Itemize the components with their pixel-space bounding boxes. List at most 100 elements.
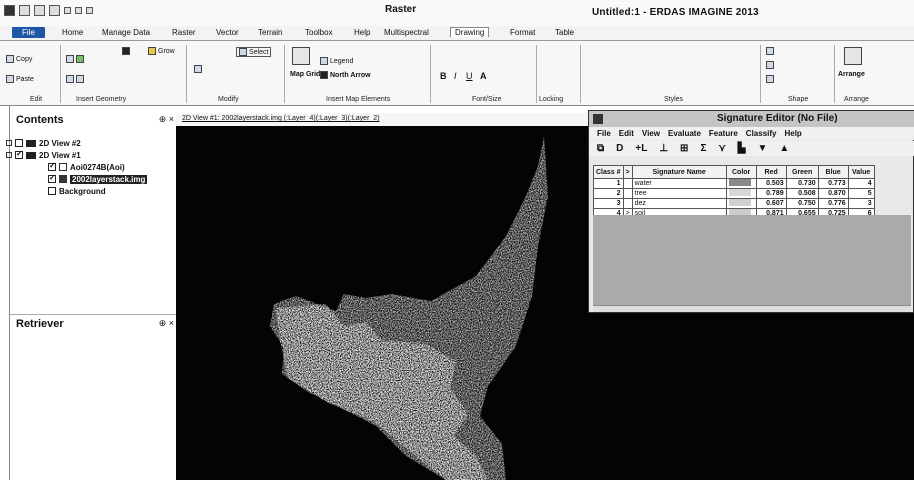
cell-green[interactable]: 0.730 xyxy=(785,178,819,189)
cell-blue[interactable]: 0.870 xyxy=(817,188,849,199)
cell-class-number[interactable]: 1 xyxy=(593,178,624,189)
cell-value[interactable]: 5 xyxy=(847,188,875,199)
underline-button[interactable]: U xyxy=(466,71,473,81)
tree-item-background[interactable]: Background xyxy=(48,186,106,196)
tab-home[interactable]: Home xyxy=(62,28,83,37)
color-swatch[interactable] xyxy=(728,199,751,206)
cell-red[interactable]: 0.607 xyxy=(755,198,787,209)
tab-drawing[interactable]: Drawing xyxy=(450,27,490,37)
undo-icon[interactable] xyxy=(64,7,71,14)
arrange-button[interactable]: Arrange xyxy=(838,71,865,78)
menu-help[interactable]: Help xyxy=(784,129,801,138)
cell-value[interactable]: 4 xyxy=(847,178,875,189)
table-row[interactable]: 3 dez 0.607 0.750 0.776 3 xyxy=(593,198,875,209)
col-signature-name[interactable]: Signature Name xyxy=(631,165,727,179)
color-swatch[interactable] xyxy=(728,179,751,186)
merge-signatures-icon[interactable]: ⊞ xyxy=(680,143,688,154)
cell-signature-name[interactable]: tree xyxy=(631,188,727,199)
color-swatch[interactable] xyxy=(728,189,751,196)
col-color[interactable]: Color xyxy=(725,165,757,179)
rectangle-tool[interactable] xyxy=(66,55,84,63)
app-icon[interactable] xyxy=(4,5,15,16)
north-arrow-button[interactable]: North Arrow xyxy=(320,71,371,79)
menu-edit[interactable]: Edit xyxy=(619,129,634,138)
open-icon[interactable]: ⧉ xyxy=(597,143,604,154)
cell-class-number[interactable]: 2 xyxy=(593,188,624,199)
cell-red[interactable]: 0.503 xyxy=(755,178,787,189)
tab-terrain[interactable]: Terrain xyxy=(258,28,282,37)
expand-icon[interactable] xyxy=(6,140,12,146)
line-tool[interactable] xyxy=(66,75,84,83)
menu-classify[interactable]: Classify xyxy=(746,129,777,138)
horizontal-scrollbar[interactable] xyxy=(593,305,911,312)
cell-current[interactable] xyxy=(622,178,633,189)
tab-file[interactable]: File xyxy=(12,27,45,38)
copy-button[interactable]: Copy xyxy=(6,55,32,63)
view-icon[interactable] xyxy=(49,5,60,16)
cell-signature-name[interactable]: dez xyxy=(631,198,727,209)
arrange-icon[interactable] xyxy=(844,47,862,65)
view-1-checkbox[interactable] xyxy=(15,149,23,159)
legend-button[interactable]: Legend xyxy=(320,57,353,65)
cell-blue[interactable]: 0.776 xyxy=(817,198,849,209)
aoi-checkbox[interactable] xyxy=(48,161,56,171)
cell-green[interactable]: 0.508 xyxy=(785,188,819,199)
replace-signature-icon[interactable]: ⊥ xyxy=(659,143,668,154)
shape-fill-button[interactable] xyxy=(766,47,774,55)
cell-color[interactable] xyxy=(725,198,757,209)
table-row[interactable]: 1 water 0.503 0.730 0.773 4 xyxy=(593,178,875,189)
cell-blue[interactable]: 0.773 xyxy=(817,178,849,189)
grow-button[interactable]: Grow xyxy=(148,47,175,55)
histogram-icon[interactable]: ▙ xyxy=(738,143,746,154)
italic-button[interactable]: I xyxy=(454,71,457,81)
cell-value[interactable]: 3 xyxy=(847,198,875,209)
redo-icon[interactable] xyxy=(75,7,82,14)
mean-plot-icon[interactable]: ⋎ xyxy=(718,143,725,154)
statistics-icon[interactable]: Σ xyxy=(700,143,706,154)
map-grid-button[interactable]: Map Grid xyxy=(290,71,320,78)
add-signature-icon[interactable]: +L xyxy=(635,143,647,154)
cell-current[interactable] xyxy=(622,188,633,199)
tab-raster[interactable]: Raster xyxy=(172,28,196,37)
view-2-checkbox[interactable] xyxy=(15,139,23,147)
table-row[interactable]: 2 tree 0.789 0.508 0.870 5 xyxy=(593,188,875,199)
tree-item-aoi-layer[interactable]: Aoi0274B(Aoi) xyxy=(48,161,125,172)
cell-color[interactable] xyxy=(725,188,757,199)
col-green[interactable]: Green xyxy=(785,165,819,179)
tab-multispectral[interactable]: Multispectral xyxy=(384,28,429,37)
move-up-icon[interactable]: ▲ xyxy=(779,143,789,154)
text-tool[interactable] xyxy=(122,47,130,55)
shape-effects-button[interactable] xyxy=(766,75,774,83)
menu-feature[interactable]: Feature xyxy=(709,129,738,138)
cell-signature-name[interactable]: water xyxy=(631,178,727,189)
tree-item-raster-layer[interactable]: 2002layerstack.img xyxy=(48,173,148,184)
cell-current[interactable] xyxy=(622,198,633,209)
font-color-button[interactable]: A xyxy=(480,71,487,81)
col-value[interactable]: Value xyxy=(847,165,875,179)
signature-editor-titlebar[interactable]: Signature Editor (No File) xyxy=(589,111,914,127)
col-blue[interactable]: Blue xyxy=(817,165,849,179)
tree-item-view-1[interactable]: 2D View #1 xyxy=(6,149,81,160)
tab-table[interactable]: Table xyxy=(555,28,574,37)
menu-file[interactable]: File xyxy=(597,129,611,138)
select-button[interactable]: Select xyxy=(236,47,272,57)
bold-button[interactable]: B xyxy=(440,71,447,81)
tab-toolbox[interactable]: Toolbox xyxy=(305,28,333,37)
new-icon[interactable]: D xyxy=(616,143,623,154)
tab-manage-data[interactable]: Manage Data xyxy=(102,28,150,37)
collapse-icon[interactable] xyxy=(6,152,12,158)
tab-help[interactable]: Help xyxy=(354,28,370,37)
tab-vector[interactable]: Vector xyxy=(216,28,239,37)
cell-color[interactable] xyxy=(725,178,757,189)
move-down-icon[interactable]: ▼ xyxy=(757,143,767,154)
col-red[interactable]: Red xyxy=(755,165,787,179)
open-icon[interactable] xyxy=(19,5,30,16)
col-current[interactable]: > xyxy=(622,165,633,179)
tree-item-view-2[interactable]: 2D View #2 xyxy=(6,138,81,148)
retriever-panel-controls[interactable]: ⊕ × xyxy=(159,318,174,329)
save-icon[interactable] xyxy=(34,5,45,16)
contents-panel-controls[interactable]: ⊕ × xyxy=(159,114,174,125)
col-class-number[interactable]: Class # xyxy=(593,165,624,179)
tab-format[interactable]: Format xyxy=(510,28,535,37)
cell-class-number[interactable]: 3 xyxy=(593,198,624,209)
